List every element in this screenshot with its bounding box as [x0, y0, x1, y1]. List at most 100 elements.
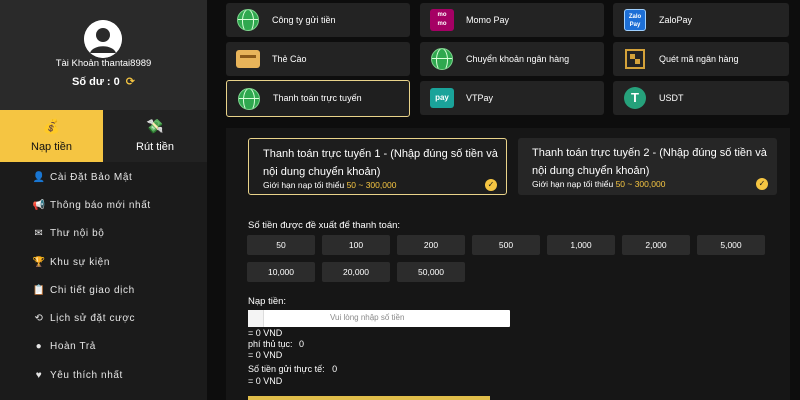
method-label: Chuyển khoản ngân hàng — [466, 53, 570, 64]
avatar[interactable] — [84, 20, 122, 58]
tab-deposit-label: Nạp tiền — [31, 141, 72, 153]
limit-range: 50 ~ 300,000 — [615, 179, 666, 189]
method-vtpay[interactable]: pay VTPay — [420, 81, 604, 115]
method-label: VTPay — [466, 92, 494, 103]
method-label: Công ty gửi tiền — [272, 14, 336, 25]
envelope-icon: ✉ — [34, 228, 44, 240]
fee-row: phí thủ tục: 0 — [248, 339, 304, 349]
balance-value: 0 — [113, 76, 120, 88]
amount-button[interactable]: 20,000 — [322, 262, 390, 282]
sidebar-item-notifications[interactable]: 📢 Thông báo mới nhất — [0, 191, 207, 219]
input-prefix — [248, 310, 264, 327]
sidebar-item-label: Chi tiết giao dịch — [50, 284, 135, 296]
amount-button[interactable]: 50 — [247, 235, 315, 255]
amount-button[interactable]: 100 — [322, 235, 390, 255]
zalopay-icon: Zalo Pay — [624, 9, 646, 31]
check-icon: ✓ — [756, 178, 768, 190]
sidebar-item-label: Hoàn Trả — [50, 341, 96, 353]
amount-button[interactable]: 500 — [472, 235, 540, 255]
megaphone-icon: 📢 — [32, 199, 46, 211]
amount-button[interactable]: 2,000 — [622, 235, 690, 255]
usdt-icon: T — [624, 87, 646, 109]
sidebar-item-security[interactable]: 👤 Cài Đặt Bảo Mật — [0, 163, 207, 191]
option-limit: Giới hạn nạp tối thiểu 50 ~ 300,000 — [532, 179, 666, 189]
deposit-converted: = 0 VND — [248, 328, 283, 338]
method-bank-qr[interactable]: Quét mã ngân hàng — [613, 42, 789, 76]
qr-icon — [625, 49, 645, 69]
option-title: Thanh toán trực tuyến 2 - (Nhập đúng số … — [532, 147, 767, 177]
coins-icon: ● — [35, 341, 43, 353]
method-zalopay[interactable]: Zalo Pay ZaloPay — [613, 3, 789, 37]
sidebar-item-rebate[interactable]: ● Hoàn Trả — [0, 333, 207, 361]
sidebar: Tài Khoản thantai8989 Số dư : 0 ⟳ 💰 Nạp … — [0, 0, 207, 400]
fee-label: phí thủ tục: — [248, 339, 293, 349]
deposit-withdraw-tabs: 💰 Nạp tiền 💸 Rút tiền — [0, 110, 207, 162]
limit-range: 50 ~ 300,000 — [346, 180, 397, 190]
sidebar-item-bet-history[interactable]: ⟲ Lịch sử đặt cược — [0, 304, 207, 332]
method-online-payment[interactable]: Thanh toán trực tuyến — [226, 80, 410, 117]
vtpay-icon: pay — [430, 88, 454, 108]
deposit-label: Nạp tiền: — [248, 296, 287, 307]
clipboard-icon: 📋 — [32, 284, 46, 296]
sidebar-item-label: Khu sự kiện — [50, 256, 110, 268]
balance-label: Số dư : — [72, 76, 111, 88]
amount-button[interactable]: 10,000 — [247, 262, 315, 282]
trophy-icon: 🏆 — [32, 256, 46, 268]
method-label: USDT — [659, 92, 684, 103]
fee-converted: = 0 VND — [248, 350, 283, 360]
tab-deposit[interactable]: 💰 Nạp tiền — [0, 110, 103, 162]
sidebar-item-events[interactable]: 🏆 Khu sự kiện — [0, 248, 207, 276]
balance: Số dư : 0 ⟳ — [0, 75, 207, 88]
suggested-amounts-label: Số tiền được đề xuất để thanh toán: — [248, 220, 401, 231]
method-label: Momo Pay — [466, 14, 510, 25]
fee-value: 0 — [299, 339, 305, 349]
method-label: Thẻ Cào — [272, 53, 307, 64]
option-title: Thanh toán trực tuyến 1 - (Nhập đúng số … — [263, 148, 498, 178]
method-company-deposit[interactable]: Công ty gửi tiền — [226, 3, 410, 37]
submit-button[interactable] — [248, 396, 490, 400]
method-momo[interactable]: mo mo Momo Pay — [420, 3, 604, 37]
actual-label: Số tiền gửi thực tế: — [248, 364, 325, 374]
hand-money-icon: 💸 — [146, 118, 164, 134]
actual-value: 0 — [332, 364, 338, 374]
sidebar-item-label: Thông báo mới nhất — [50, 199, 151, 211]
check-icon: ✓ — [485, 179, 497, 191]
amount-button[interactable]: 200 — [397, 235, 465, 255]
card-icon — [236, 50, 260, 68]
globe-icon — [431, 48, 453, 70]
sidebar-item-favorites[interactable]: ♥ Yêu thích nhất — [0, 361, 207, 389]
money-bag-icon: 💰 — [42, 118, 61, 134]
amount-button[interactable]: 5,000 — [697, 235, 765, 255]
actual-row: Số tiền gửi thực tế: 0 — [248, 364, 337, 374]
momo-icon: mo mo — [430, 9, 454, 31]
actual-converted: = 0 VND — [248, 376, 283, 386]
heart-icon: ♥ — [35, 369, 43, 381]
refresh-icon[interactable]: ⟳ — [126, 76, 135, 88]
user-icon — [84, 20, 122, 58]
online-option-1[interactable]: Thanh toán trực tuyến 1 - (Nhập đúng số … — [248, 138, 507, 195]
sidebar-item-inbox[interactable]: ✉ Thư nội bộ — [0, 220, 207, 248]
method-scratch-card[interactable]: Thẻ Cào — [226, 42, 410, 76]
method-bank-transfer[interactable]: Chuyển khoản ngân hàng — [420, 42, 604, 76]
sidebar-item-label: Cài Đặt Bảo Mật — [50, 171, 133, 183]
method-label: Quét mã ngân hàng — [659, 53, 739, 64]
globe-icon — [237, 9, 259, 31]
profile-panel: Tài Khoản thantai8989 Số dư : 0 ⟳ — [0, 0, 207, 110]
method-usdt[interactable]: T USDT — [613, 81, 789, 115]
amount-button[interactable]: 1,000 — [547, 235, 615, 255]
tab-withdraw[interactable]: 💸 Rút tiền — [103, 110, 207, 162]
sidebar-item-label: Thư nội bộ — [50, 228, 105, 240]
method-label: Thanh toán trực tuyến — [273, 93, 362, 103]
sidebar-item-transactions[interactable]: 📋 Chi tiết giao dịch — [0, 276, 207, 304]
account-name: Tài Khoản thantai8989 — [55, 58, 152, 69]
method-label: ZaloPay — [659, 14, 693, 25]
history-icon: ⟲ — [34, 313, 44, 325]
online-option-2[interactable]: Thanh toán trực tuyến 2 - (Nhập đúng số … — [518, 138, 777, 195]
sidebar-menu: 👤 Cài Đặt Bảo Mật 📢 Thông báo mới nhất ✉… — [0, 163, 207, 389]
amount-button[interactable]: 50,000 — [397, 262, 465, 282]
sidebar-item-label: Yêu thích nhất — [50, 369, 123, 381]
globe-icon — [238, 87, 260, 110]
deposit-amount-input[interactable]: Vui lòng nhập số tiền — [248, 310, 510, 327]
tab-withdraw-label: Rút tiền — [136, 141, 174, 153]
user-lock-icon: 👤 — [32, 171, 46, 183]
